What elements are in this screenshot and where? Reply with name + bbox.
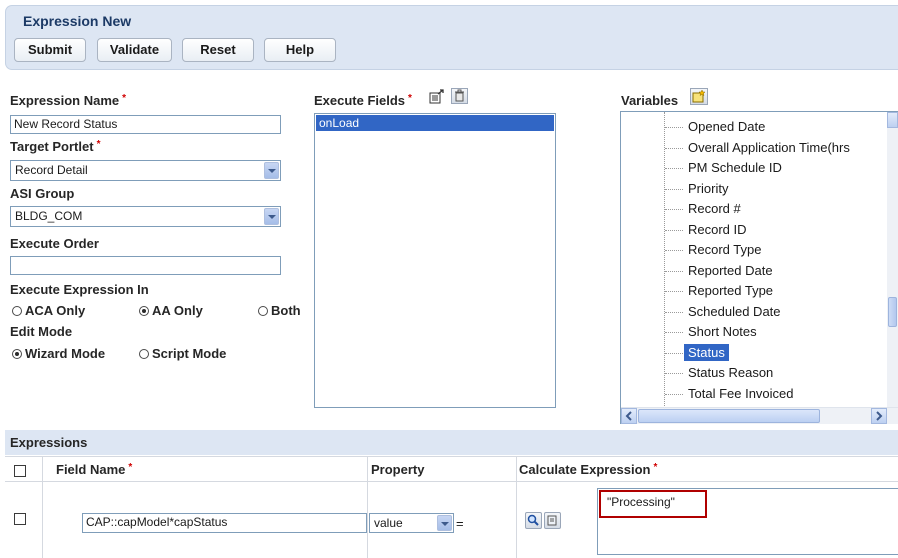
search-icon[interactable] (525, 512, 542, 529)
scroll-right-icon[interactable] (871, 408, 887, 424)
radio-wizard-mode[interactable]: Wizard Mode (12, 346, 105, 361)
tree-connector (665, 147, 683, 149)
asi-group-select[interactable]: BLDG_COM (10, 206, 281, 227)
variable-item[interactable]: Status Reason (688, 364, 773, 381)
variable-item[interactable]: Reported Date (688, 262, 773, 279)
tree-connector (665, 209, 683, 210)
execute-fields-list[interactable]: onLoad (314, 113, 556, 408)
export-icon[interactable] (429, 89, 445, 104)
page-title: Expression New (23, 13, 132, 29)
tree-connector (665, 188, 683, 190)
tree-connector (665, 229, 683, 231)
variables-tree[interactable]: Opened Date Overall Application Time(hrs P… (620, 111, 898, 424)
reset-button[interactable]: Reset (182, 38, 254, 62)
divider (5, 456, 898, 457)
chevron-down-icon[interactable] (264, 162, 279, 179)
horizontal-scroll-thumb[interactable] (638, 409, 820, 423)
tree-connector (665, 291, 683, 292)
target-portlet-value: Record Detail (15, 163, 88, 177)
calculate-expression-value: "Processing" (599, 490, 707, 518)
tree-connector (665, 332, 683, 333)
edit-icon[interactable] (544, 512, 561, 529)
tree-connector (665, 373, 683, 374)
horizontal-scrollbar[interactable] (621, 407, 898, 424)
variable-item[interactable]: Record # (688, 200, 741, 217)
execute-field-item[interactable]: onLoad (316, 115, 554, 131)
radio-aca-only[interactable]: ACA Only (12, 303, 85, 318)
tree-connector (665, 352, 683, 354)
asi-group-label: ASI Group (10, 186, 75, 201)
variables-label: Variables (621, 93, 679, 108)
chevron-down-icon[interactable] (264, 208, 279, 225)
radio-both[interactable]: Both (258, 303, 301, 318)
submit-button[interactable]: Submit (14, 38, 86, 62)
row-checkbox[interactable] (14, 513, 26, 525)
radio-aa-only[interactable]: AA Only (139, 303, 203, 318)
validate-button[interactable]: Validate (97, 38, 172, 62)
radio-script-mode[interactable]: Script Mode (139, 346, 226, 361)
scroll-up-icon[interactable] (887, 112, 898, 128)
variable-item[interactable]: Overall Application Time(hrs (688, 139, 850, 156)
property-value: value (374, 516, 403, 530)
execute-order-label: Execute Order (10, 236, 99, 251)
radio-icon (12, 306, 22, 316)
variable-item[interactable]: Short Notes (688, 323, 757, 340)
variable-item[interactable]: Opened Date (688, 118, 765, 135)
target-portlet-select[interactable]: Record Detail (10, 160, 281, 181)
delete-icon[interactable] (451, 88, 468, 104)
variable-item[interactable]: Total Fee Invoiced (688, 385, 794, 402)
radio-icon (139, 349, 149, 359)
vertical-scrollbar[interactable] (887, 112, 898, 407)
divider (367, 457, 368, 558)
execute-in-label: Execute Expression In (10, 282, 149, 297)
edit-mode-label: Edit Mode (10, 324, 73, 339)
select-all-checkbox[interactable] (14, 465, 26, 477)
tree-connector (665, 311, 683, 313)
field-name-column-header: Field Name * (56, 462, 133, 477)
tree-connector (665, 270, 683, 272)
asi-group-value: BLDG_COM (15, 209, 83, 223)
variable-item[interactable]: Record Type (688, 241, 761, 258)
radio-icon (258, 306, 268, 316)
expression-name-input[interactable]: New Record Status (10, 115, 281, 134)
divider (516, 457, 517, 558)
tree-connector (665, 250, 683, 251)
chevron-down-icon[interactable] (437, 515, 452, 531)
variable-item[interactable]: Status (684, 343, 729, 361)
radio-selected-icon (12, 349, 22, 359)
variable-item[interactable]: Scheduled Date (688, 303, 781, 320)
target-portlet-label: Target Portlet * (10, 139, 101, 154)
radio-selected-icon (139, 306, 149, 316)
execute-order-input[interactable] (10, 256, 281, 275)
vertical-scroll-thumb[interactable] (888, 297, 897, 327)
tree-connector (665, 168, 683, 169)
field-name-input[interactable]: CAP::capModel*capStatus (82, 513, 367, 533)
add-variable-icon[interactable] (690, 88, 708, 105)
scroll-left-icon[interactable] (621, 408, 637, 424)
execute-fields-label: Execute Fields * (314, 93, 412, 108)
expression-name-label: Expression Name * (10, 93, 127, 108)
divider (42, 457, 43, 558)
divider (5, 481, 898, 482)
tree-connector (664, 112, 665, 408)
property-column-header: Property (371, 462, 425, 477)
help-button[interactable]: Help (264, 38, 336, 62)
tree-connector (665, 393, 683, 395)
equals-operator: = (456, 516, 464, 531)
variable-item[interactable]: Priority (688, 180, 728, 197)
variable-item[interactable]: Reported Type (688, 282, 773, 299)
calculate-expression-column-header: Calculate Expression * (519, 462, 658, 477)
expressions-section-header: Expressions (5, 430, 898, 455)
property-select[interactable]: value (369, 513, 454, 533)
tree-connector (665, 127, 683, 128)
variable-item[interactable]: PM Schedule ID (688, 159, 782, 176)
variable-item[interactable]: Record ID (688, 221, 747, 238)
